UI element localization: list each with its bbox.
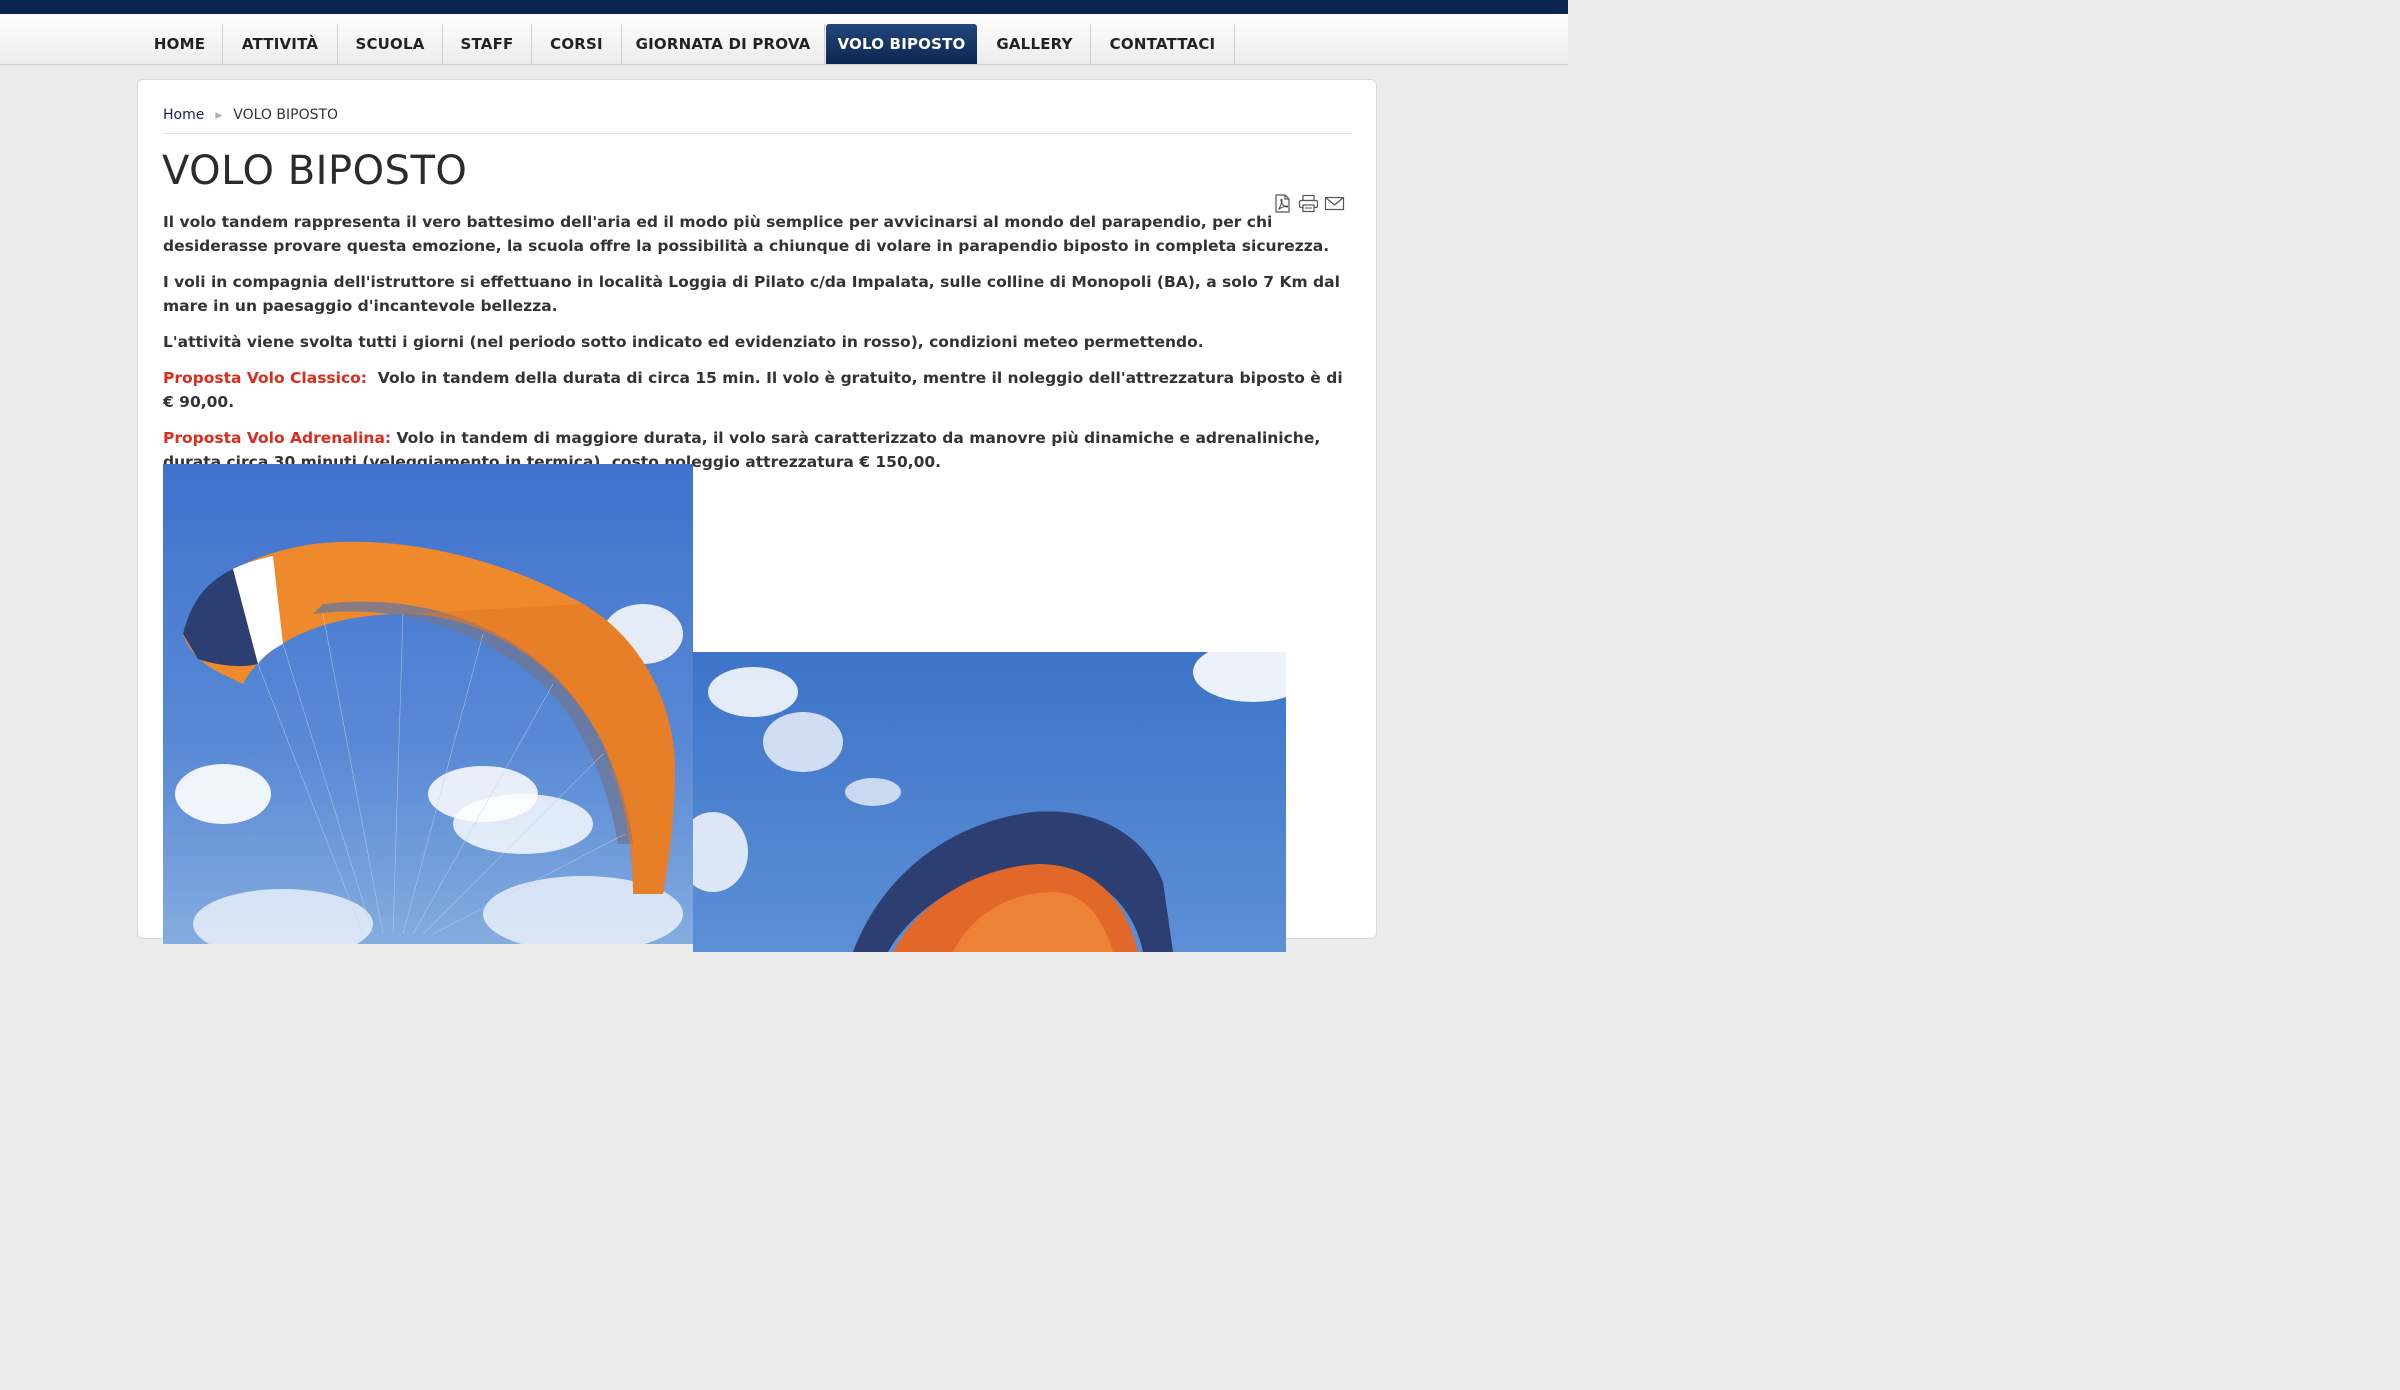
breadcrumb-current: VOLO BIPOSTO — [233, 107, 339, 123]
nav-home[interactable]: HOME — [137, 24, 223, 64]
article-body: Il volo tandem rappresenta il vero batte… — [163, 210, 1355, 486]
nav-volo-biposto[interactable]: VOLO BIPOSTO — [826, 24, 977, 64]
offer-classic-label: Proposta Volo Classico: — [163, 369, 367, 387]
breadcrumb-home-link[interactable]: Home — [163, 107, 204, 123]
nav-contattaci[interactable]: CONTATTACI — [1091, 24, 1235, 64]
top-accent-bar — [0, 0, 1568, 14]
location-paragraph: I voli in compagnia dell'istruttore si e… — [163, 273, 1340, 315]
content-panel: Home ▶ VOLO BIPOSTO VOLO BIPOSTO Il volo t… — [137, 79, 1377, 952]
nav-attivita[interactable]: ATTIVITÀ — [223, 24, 338, 64]
paraglider-photo-2 — [693, 652, 1286, 952]
nav-scuola[interactable]: SCUOLA — [338, 24, 443, 64]
nav-staff[interactable]: STAFF — [443, 24, 532, 64]
nav-gallery[interactable]: GALLERY — [979, 24, 1091, 64]
intro-paragraph: Il volo tandem rappresenta il vero batte… — [163, 213, 1330, 255]
schedule-paragraph: L'attività viene svolta tutti i giorni (… — [163, 333, 1204, 351]
offer-adrenaline-label: Proposta Volo Adrenalina: — [163, 429, 392, 447]
breadcrumb-divider — [163, 133, 1352, 134]
breadcrumb-separator-icon: ▶ — [215, 111, 223, 121]
nav-giornata-di-prova[interactable]: GIORNATA DI PROVA — [622, 24, 825, 64]
page-title: VOLO BIPOSTO — [162, 148, 468, 194]
breadcrumb: Home ▶ VOLO BIPOSTO — [163, 107, 338, 123]
main-navigation: HOME ATTIVITÀ SCUOLA STAFF CORSI GIORNAT… — [0, 14, 1568, 65]
paraglider-photo-1 — [163, 464, 693, 944]
nav-corsi[interactable]: CORSI — [532, 24, 622, 64]
offer-classic: Proposta Volo Classico: Volo in tandem d… — [163, 366, 1355, 414]
